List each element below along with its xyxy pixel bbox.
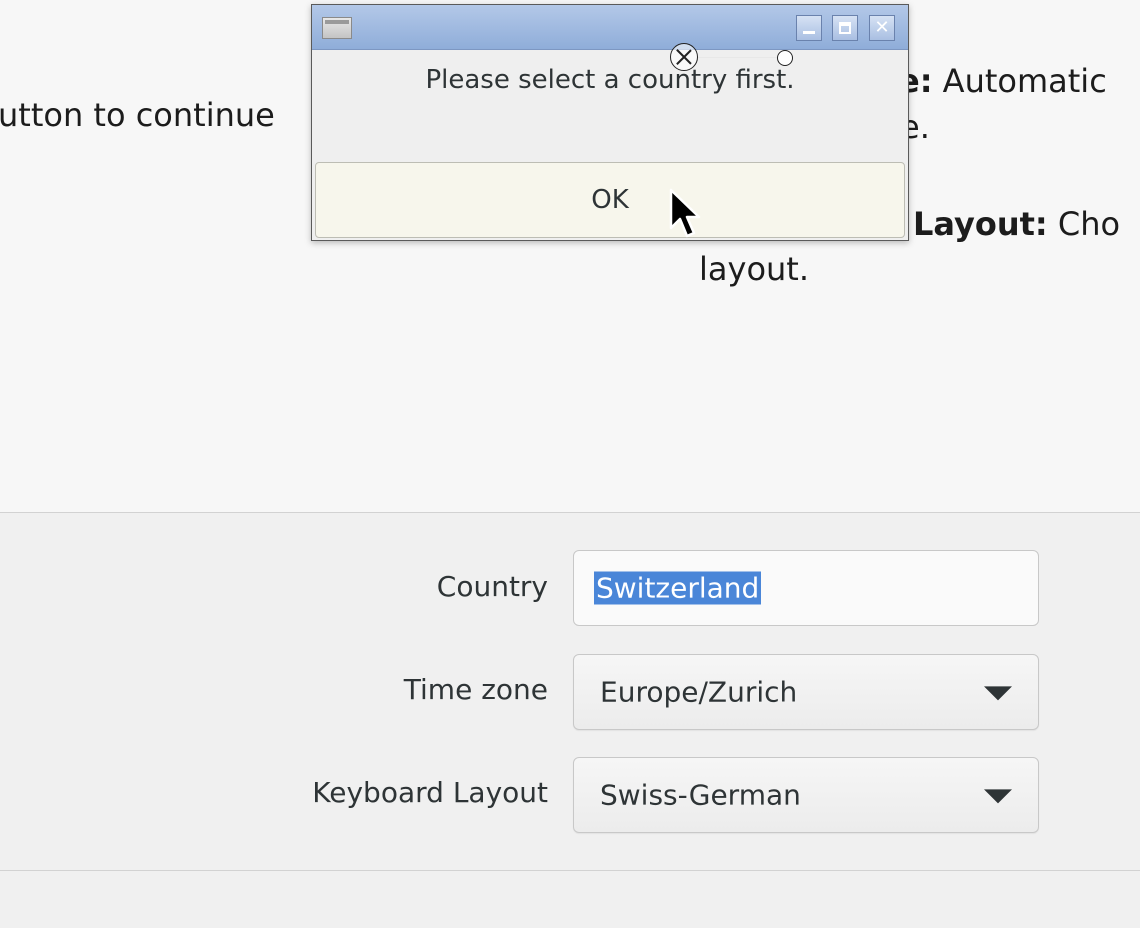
country-entry[interactable]: Switzerland	[573, 550, 1039, 626]
keyboard-description-continuation: layout.	[699, 250, 810, 288]
timezone-description: e: Automatic	[898, 62, 1107, 100]
dialog-message: Please select a country first.	[425, 65, 795, 95]
keyboard-layout-label: Keyboard Layout	[312, 776, 548, 809]
maximize-icon	[839, 22, 851, 34]
maximize-button[interactable]	[832, 15, 858, 41]
timezone-description-text: Automatic	[932, 62, 1107, 100]
ok-button[interactable]: OK	[315, 162, 905, 238]
keyboard-description-text: Cho	[1047, 205, 1121, 243]
minimize-button[interactable]	[796, 15, 822, 41]
keyboard-layout-dropdown[interactable]: Swiss-German	[573, 757, 1039, 833]
timezone-dropdown[interactable]: Europe/Zurich	[573, 654, 1039, 730]
minimize-icon	[803, 31, 815, 34]
mouse-cursor-icon	[669, 188, 701, 238]
keyboard-description: Layout: Cho	[913, 205, 1120, 243]
selection-handle-icon[interactable]	[777, 50, 793, 66]
selection-handle-icon[interactable]	[670, 43, 698, 71]
dropdown-arrow-icon[interactable]	[984, 789, 1012, 804]
country-label: Country	[436, 570, 548, 603]
close-button[interactable]: ✕	[869, 15, 895, 41]
window-icon[interactable]	[322, 17, 352, 39]
message-dialog: ✕ Please select a country first. OK	[311, 4, 909, 241]
country-entry-value[interactable]: Switzerland	[594, 571, 762, 605]
selection-handle-line	[698, 57, 778, 58]
locale-form: Country Switzerland Time zone Europe/Zur…	[0, 513, 1140, 870]
timezone-label: Time zone	[403, 673, 548, 706]
instruction-text-fragment: utton to continue	[0, 96, 275, 134]
keyboard-description-label: Layout:	[913, 205, 1048, 243]
footer-bar	[0, 871, 1140, 928]
timezone-dropdown-value: Europe/Zurich	[600, 675, 798, 709]
ok-button-label: OK	[591, 185, 629, 215]
keyboard-layout-dropdown-value: Swiss-German	[600, 778, 801, 812]
dialog-titlebar[interactable]: ✕	[312, 5, 908, 50]
dropdown-arrow-icon[interactable]	[984, 686, 1012, 701]
close-icon: ✕	[874, 17, 890, 38]
